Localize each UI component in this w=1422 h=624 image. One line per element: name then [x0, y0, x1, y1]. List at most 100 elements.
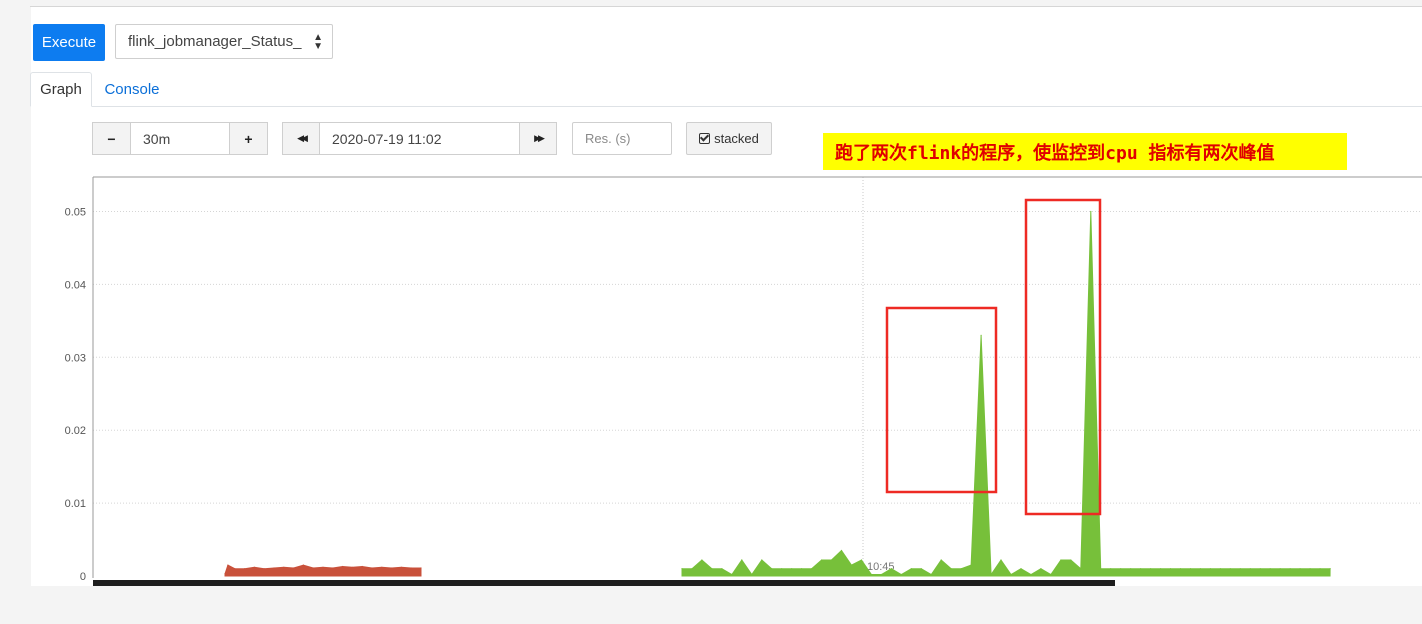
series-point-1 [930, 573, 932, 576]
series-point-1 [751, 573, 753, 576]
series-point-0 [410, 567, 412, 569]
series-point-1 [1090, 210, 1092, 213]
series-point-1 [1030, 573, 1032, 576]
stacked-label: stacked [714, 131, 759, 146]
series-point-1 [811, 568, 813, 570]
series-point-0 [263, 568, 265, 570]
series-point-1 [980, 334, 982, 336]
series-point-1 [741, 559, 743, 561]
series-point-0 [342, 565, 344, 568]
end-time-back-button[interactable]: ◀◀ [282, 122, 320, 155]
series-point-1 [781, 568, 783, 570]
series-point-0 [400, 566, 402, 568]
series-point-1 [1060, 559, 1062, 561]
series-point-1 [1199, 568, 1201, 570]
series-point-0 [381, 566, 383, 568]
series-point-1 [1269, 568, 1271, 570]
series-point-0 [253, 566, 255, 568]
series-point-0 [234, 568, 236, 570]
annotation-text: 跑了两次flink的程序，使监控到cpu 指标有两次峰值 [835, 142, 1275, 164]
series-point-1 [1070, 559, 1072, 561]
series-point-1 [1239, 568, 1241, 570]
series-point-1 [830, 559, 833, 561]
end-time-forward-button[interactable]: ▶▶ [519, 122, 557, 155]
series-point-1 [701, 559, 703, 561]
series-point-0 [391, 567, 393, 569]
checkbox-checked-icon [699, 133, 711, 144]
series-point-1 [1040, 568, 1042, 570]
series-point-0 [283, 566, 285, 568]
series-point-1 [890, 568, 893, 570]
series-point-1 [1140, 568, 1142, 570]
chart-axes: 00.010.020.030.040.0510:45 [65, 176, 1422, 582]
select-caret-icon: ▲ ▼ [313, 32, 323, 52]
range-increase-button[interactable]: + [229, 122, 268, 155]
series-point-1 [1279, 568, 1281, 570]
series-point-1 [821, 559, 823, 561]
series-point-1 [1020, 568, 1022, 570]
bottom-scrollbar[interactable] [93, 580, 1115, 586]
series-point-1 [960, 568, 962, 570]
chart-series [224, 210, 1331, 577]
series-point-1 [870, 573, 873, 576]
series-point-1 [1259, 568, 1261, 570]
series-point-0 [302, 564, 304, 566]
metric-select[interactable]: flink_jobmanager_Status_ ▲ ▼ [115, 24, 333, 59]
execute-button[interactable]: Execute [33, 24, 105, 61]
series-point-1 [1110, 568, 1112, 570]
series-point-1 [1209, 568, 1211, 570]
stacked-toggle-button[interactable]: stacked [686, 122, 772, 155]
y-tick-label: 0 [80, 571, 86, 582]
series-point-1 [880, 573, 883, 576]
series-point-1 [1000, 559, 1002, 561]
series-point-1 [850, 564, 853, 566]
series-point-1 [1010, 573, 1012, 576]
series-point-0 [293, 567, 295, 569]
plus-icon: + [244, 130, 253, 147]
series-point-0 [420, 567, 422, 569]
series-point-1 [1080, 568, 1082, 570]
series-area-1 [681, 211, 1331, 577]
minus-icon: − [107, 130, 116, 147]
series-point-1 [1229, 568, 1231, 570]
series-point-1 [1219, 568, 1221, 570]
series-point-1 [1120, 568, 1122, 570]
tab-graph[interactable]: Graph [30, 72, 92, 107]
chart-grid [93, 177, 1422, 576]
y-tick-label: 0.02 [65, 425, 86, 437]
series-point-1 [940, 559, 942, 561]
y-tick-label: 0.01 [65, 498, 86, 510]
range-input[interactable]: 30m [130, 122, 230, 155]
series-point-1 [791, 568, 793, 570]
series-point-1 [1329, 568, 1331, 570]
range-decrease-button[interactable]: − [92, 122, 131, 155]
series-point-1 [721, 568, 723, 570]
tabs-divider [92, 106, 1422, 107]
series-point-0 [312, 567, 314, 569]
series-point-0 [351, 566, 353, 568]
series-point-1 [1050, 573, 1052, 576]
series-point-1 [731, 573, 733, 576]
y-tick-label: 0.05 [65, 207, 86, 219]
tab-console[interactable]: Console [95, 72, 169, 107]
series-point-1 [761, 559, 763, 561]
double-chevron-right-icon: ▶▶ [534, 133, 545, 143]
metric-select-value: flink_jobmanager_Status_ [128, 33, 302, 50]
series-point-1 [711, 568, 713, 570]
series-point-1 [1249, 568, 1251, 570]
end-time-input[interactable]: 2020-07-19 11:02 [319, 122, 520, 155]
series-point-1 [1130, 568, 1132, 570]
resolution-input[interactable]: Res. (s) [572, 122, 672, 155]
series-point-1 [1169, 568, 1172, 570]
series-point-1 [1309, 568, 1311, 570]
series-point-1 [990, 573, 992, 576]
series-point-1 [1179, 568, 1182, 570]
series-point-1 [771, 568, 773, 570]
series-point-0 [244, 568, 246, 570]
double-chevron-left-icon: ◀◀ [297, 133, 308, 143]
series-point-1 [1189, 568, 1192, 570]
annotation-callout: 跑了两次flink的程序，使监控到cpu 指标有两次峰值 [823, 133, 1347, 170]
series-point-1 [920, 568, 922, 570]
series-point-1 [1150, 568, 1152, 570]
series-point-1 [970, 564, 972, 566]
